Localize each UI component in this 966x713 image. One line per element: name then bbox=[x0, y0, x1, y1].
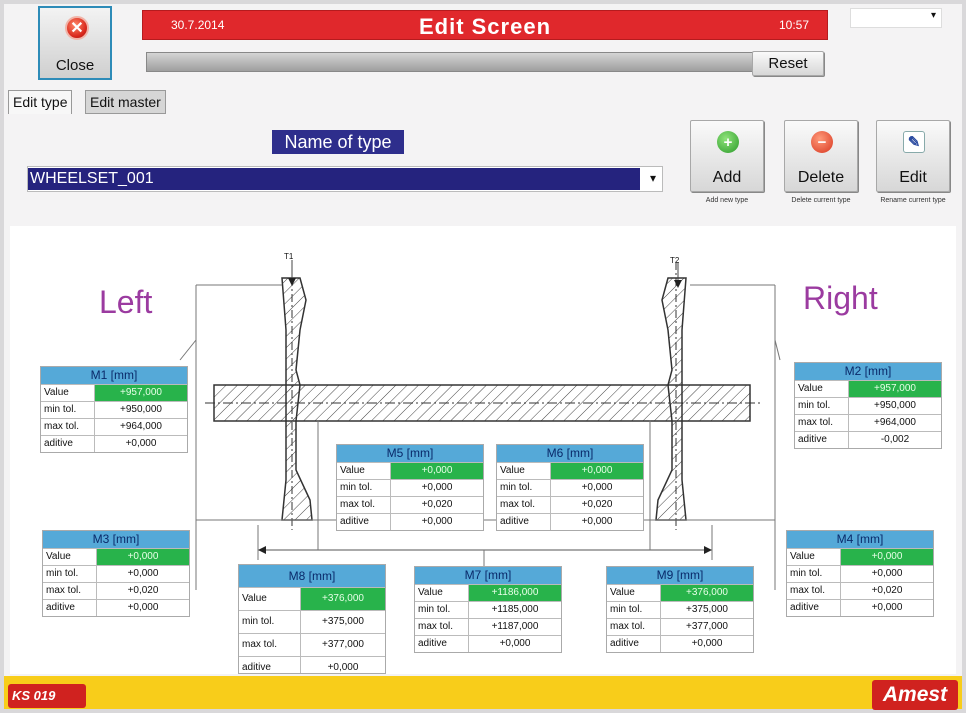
footer-bar bbox=[4, 676, 962, 709]
row-label: max tol. bbox=[497, 497, 551, 513]
m6-aditive[interactable]: +0,000 bbox=[551, 514, 643, 530]
row-label: aditive bbox=[795, 432, 849, 448]
m9-aditive[interactable]: +0,000 bbox=[661, 636, 753, 652]
row-label: max tol. bbox=[607, 619, 661, 635]
m2-min-tol[interactable]: +950,000 bbox=[849, 398, 941, 414]
m3-aditive[interactable]: +0,000 bbox=[97, 600, 189, 616]
m8-value[interactable]: +376,000 bbox=[301, 588, 385, 610]
row-label: min tol. bbox=[337, 480, 391, 496]
measurement-m4: M4 [mm] Value +0,000 min tol. +0,000 max t… bbox=[786, 530, 934, 617]
m6-min-tol[interactable]: +0,000 bbox=[551, 480, 643, 496]
row-label: min tol. bbox=[795, 398, 849, 414]
brand-logo: Amest bbox=[872, 680, 958, 710]
t2-label: T2 bbox=[670, 256, 680, 265]
row-label: Value bbox=[497, 463, 551, 479]
measurement-title: M8 [mm] bbox=[239, 565, 385, 587]
right-side-label: Right bbox=[803, 280, 878, 316]
row-label: Value bbox=[415, 585, 469, 601]
m4-aditive[interactable]: +0,000 bbox=[841, 600, 933, 616]
row-label: max tol. bbox=[337, 497, 391, 513]
m5-min-tol[interactable]: +0,000 bbox=[391, 480, 483, 496]
m4-max-tol[interactable]: +0,020 bbox=[841, 583, 933, 599]
measurement-title: M9 [mm] bbox=[607, 567, 753, 584]
measurement-title: M5 [mm] bbox=[337, 445, 483, 462]
row-label: Value bbox=[41, 385, 95, 401]
measurement-title: M2 [mm] bbox=[795, 363, 941, 380]
machine-code-badge: KS 019 bbox=[8, 684, 86, 708]
m1-max-tol[interactable]: +964,000 bbox=[95, 419, 187, 435]
row-label: Value bbox=[43, 549, 97, 565]
measurement-m1: M1 [mm] Value +957,000 min tol. +950,000 m… bbox=[40, 366, 188, 453]
row-label: min tol. bbox=[787, 566, 841, 582]
measurement-title: M3 [mm] bbox=[43, 531, 189, 548]
measurement-title: M1 [mm] bbox=[41, 367, 187, 384]
row-label: max tol. bbox=[787, 583, 841, 599]
m8-aditive[interactable]: +0,000 bbox=[301, 657, 385, 673]
row-label: aditive bbox=[41, 436, 95, 452]
measurement-m5: M5 [mm] Value +0,000 min tol. +0,000 max t… bbox=[336, 444, 484, 531]
m1-aditive[interactable]: +0,000 bbox=[95, 436, 187, 452]
row-label: min tol. bbox=[43, 566, 97, 582]
row-label: max tol. bbox=[795, 415, 849, 431]
row-label: aditive bbox=[415, 636, 469, 652]
row-label: max tol. bbox=[43, 583, 97, 599]
row-label: max tol. bbox=[41, 419, 95, 435]
m7-value[interactable]: +1186,000 bbox=[469, 585, 561, 601]
row-label: min tol. bbox=[41, 402, 95, 418]
m3-max-tol[interactable]: +0,020 bbox=[97, 583, 189, 599]
row-label: max tol. bbox=[239, 634, 301, 656]
measurement-m6: M6 [mm] Value +0,000 min tol. +0,000 max t… bbox=[496, 444, 644, 531]
measurement-m2: M2 [mm] Value +957,000 min tol. +950,000 m… bbox=[794, 362, 942, 449]
m4-min-tol[interactable]: +0,000 bbox=[841, 566, 933, 582]
left-side-label: Left bbox=[99, 284, 153, 320]
m3-min-tol[interactable]: +0,000 bbox=[97, 566, 189, 582]
row-label: Value bbox=[607, 585, 661, 601]
row-label: Value bbox=[239, 588, 301, 610]
m2-aditive[interactable]: -0,002 bbox=[849, 432, 941, 448]
row-label: aditive bbox=[497, 514, 551, 530]
row-label: aditive bbox=[43, 600, 97, 616]
measurement-title: M6 [mm] bbox=[497, 445, 643, 462]
row-label: min tol. bbox=[415, 602, 469, 618]
row-label: Value bbox=[795, 381, 849, 397]
m1-min-tol[interactable]: +950,000 bbox=[95, 402, 187, 418]
measurement-m8: M8 [mm] Value +376,000 min tol. +375,000 m… bbox=[238, 564, 386, 674]
row-label: min tol. bbox=[239, 611, 301, 633]
measurement-m9: M9 [mm] Value +376,000 min tol. +375,000 m… bbox=[606, 566, 754, 653]
row-label: max tol. bbox=[415, 619, 469, 635]
m8-max-tol[interactable]: +377,000 bbox=[301, 634, 385, 656]
measurement-m7: M7 [mm] Value +1186,000 min tol. +1185,000… bbox=[414, 566, 562, 653]
m2-max-tol[interactable]: +964,000 bbox=[849, 415, 941, 431]
row-label: aditive bbox=[239, 657, 301, 673]
m5-aditive[interactable]: +0,000 bbox=[391, 514, 483, 530]
m9-max-tol[interactable]: +377,000 bbox=[661, 619, 753, 635]
m5-value[interactable]: +0,000 bbox=[391, 463, 483, 479]
measurement-title: M4 [mm] bbox=[787, 531, 933, 548]
m6-max-tol[interactable]: +0,020 bbox=[551, 497, 643, 513]
m3-value[interactable]: +0,000 bbox=[97, 549, 189, 565]
row-label: aditive bbox=[787, 600, 841, 616]
m6-value[interactable]: +0,000 bbox=[551, 463, 643, 479]
measurement-title: M7 [mm] bbox=[415, 567, 561, 584]
row-label: min tol. bbox=[607, 602, 661, 618]
m7-max-tol[interactable]: +1187,000 bbox=[469, 619, 561, 635]
m8-min-tol[interactable]: +375,000 bbox=[301, 611, 385, 633]
m1-value[interactable]: +957,000 bbox=[95, 385, 187, 401]
row-label: Value bbox=[787, 549, 841, 565]
m4-value[interactable]: +0,000 bbox=[841, 549, 933, 565]
row-label: Value bbox=[337, 463, 391, 479]
row-label: min tol. bbox=[497, 480, 551, 496]
m5-max-tol[interactable]: +0,020 bbox=[391, 497, 483, 513]
measurement-m3: M3 [mm] Value +0,000 min tol. +0,000 max t… bbox=[42, 530, 190, 617]
row-label: aditive bbox=[337, 514, 391, 530]
m2-value[interactable]: +957,000 bbox=[849, 381, 941, 397]
m9-value[interactable]: +376,000 bbox=[661, 585, 753, 601]
m7-aditive[interactable]: +0,000 bbox=[469, 636, 561, 652]
m9-min-tol[interactable]: +375,000 bbox=[661, 602, 753, 618]
row-label: aditive bbox=[607, 636, 661, 652]
m7-min-tol[interactable]: +1185,000 bbox=[469, 602, 561, 618]
t1-label: T1 bbox=[284, 252, 294, 261]
